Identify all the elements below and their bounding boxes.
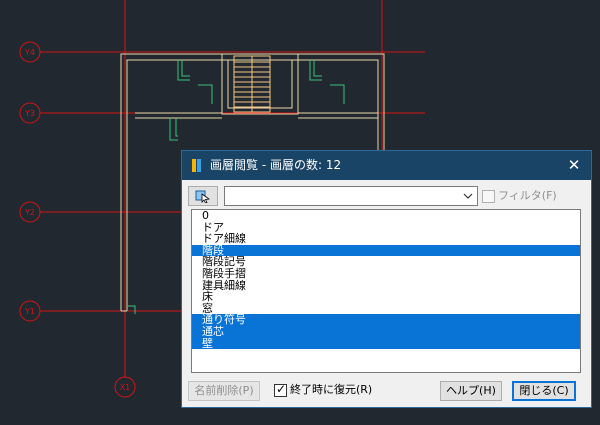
dialog-titlebar[interactable]: 画層閲覧 - 画層の数: 12 ✕	[182, 151, 591, 180]
grid-label-y1: Y1	[24, 307, 35, 316]
layer-item[interactable]: 通芯	[192, 326, 580, 338]
grid-label-y4: Y4	[24, 48, 35, 57]
layer-item[interactable]: 通り符号	[192, 314, 580, 326]
close-icon[interactable]: ✕	[563, 155, 585, 175]
filter-checkbox-box[interactable]	[482, 190, 495, 203]
layer-combo[interactable]	[224, 186, 478, 206]
close-button[interactable]: 閉じる(C)	[512, 381, 576, 401]
chevron-down-icon	[463, 193, 473, 199]
layer-item[interactable]: 階段記号	[192, 256, 580, 268]
dialog-title: 画層閲覧 - 画層の数: 12	[210, 158, 342, 172]
restore-label: 終了時に復元(R)	[290, 383, 373, 396]
help-button[interactable]: ヘルプ(H)	[440, 381, 502, 401]
filter-label: フィルタ(F)	[498, 189, 557, 202]
grid-bubbles	[19, 41, 136, 398]
restore-checkbox-box[interactable]: ✓	[274, 382, 287, 397]
layer-item[interactable]: 床	[192, 291, 580, 303]
pick-object-icon	[195, 190, 211, 203]
layer-item[interactable]: 建具細線	[192, 279, 580, 292]
layer-item[interactable]: ドア細線	[192, 233, 580, 245]
grid-label-y2: Y2	[24, 208, 35, 217]
stairs	[233, 55, 271, 113]
layer-list[interactable]: 0 ドア ドア細線 階段 階段記号 階段手摺 建具細線 床 窓 通り符号 通芯 …	[191, 209, 581, 373]
layer-item[interactable]: 窓	[192, 303, 580, 315]
layer-item[interactable]: 階段手摺	[192, 268, 580, 280]
grid-label-y3: Y3	[24, 109, 35, 118]
checkmark-icon: ✓	[276, 382, 287, 396]
delete-name-button[interactable]: 名前削除(P)	[188, 381, 260, 401]
layer-browser-dialog: 画層閲覧 - 画層の数: 12 ✕ フィルタ(F) 0 ドア ドア細線 階段 階…	[181, 150, 592, 408]
layer-item[interactable]: 階段	[192, 245, 580, 257]
layer-item[interactable]: 壁	[192, 337, 580, 350]
layer-item[interactable]: 0	[192, 210, 580, 222]
grid-label-x1: X1	[120, 383, 131, 392]
app-icon	[192, 159, 201, 172]
pick-layer-button[interactable]	[188, 186, 218, 206]
layer-item[interactable]: ドア	[192, 221, 580, 234]
stair-hall-wall	[221, 54, 299, 115]
